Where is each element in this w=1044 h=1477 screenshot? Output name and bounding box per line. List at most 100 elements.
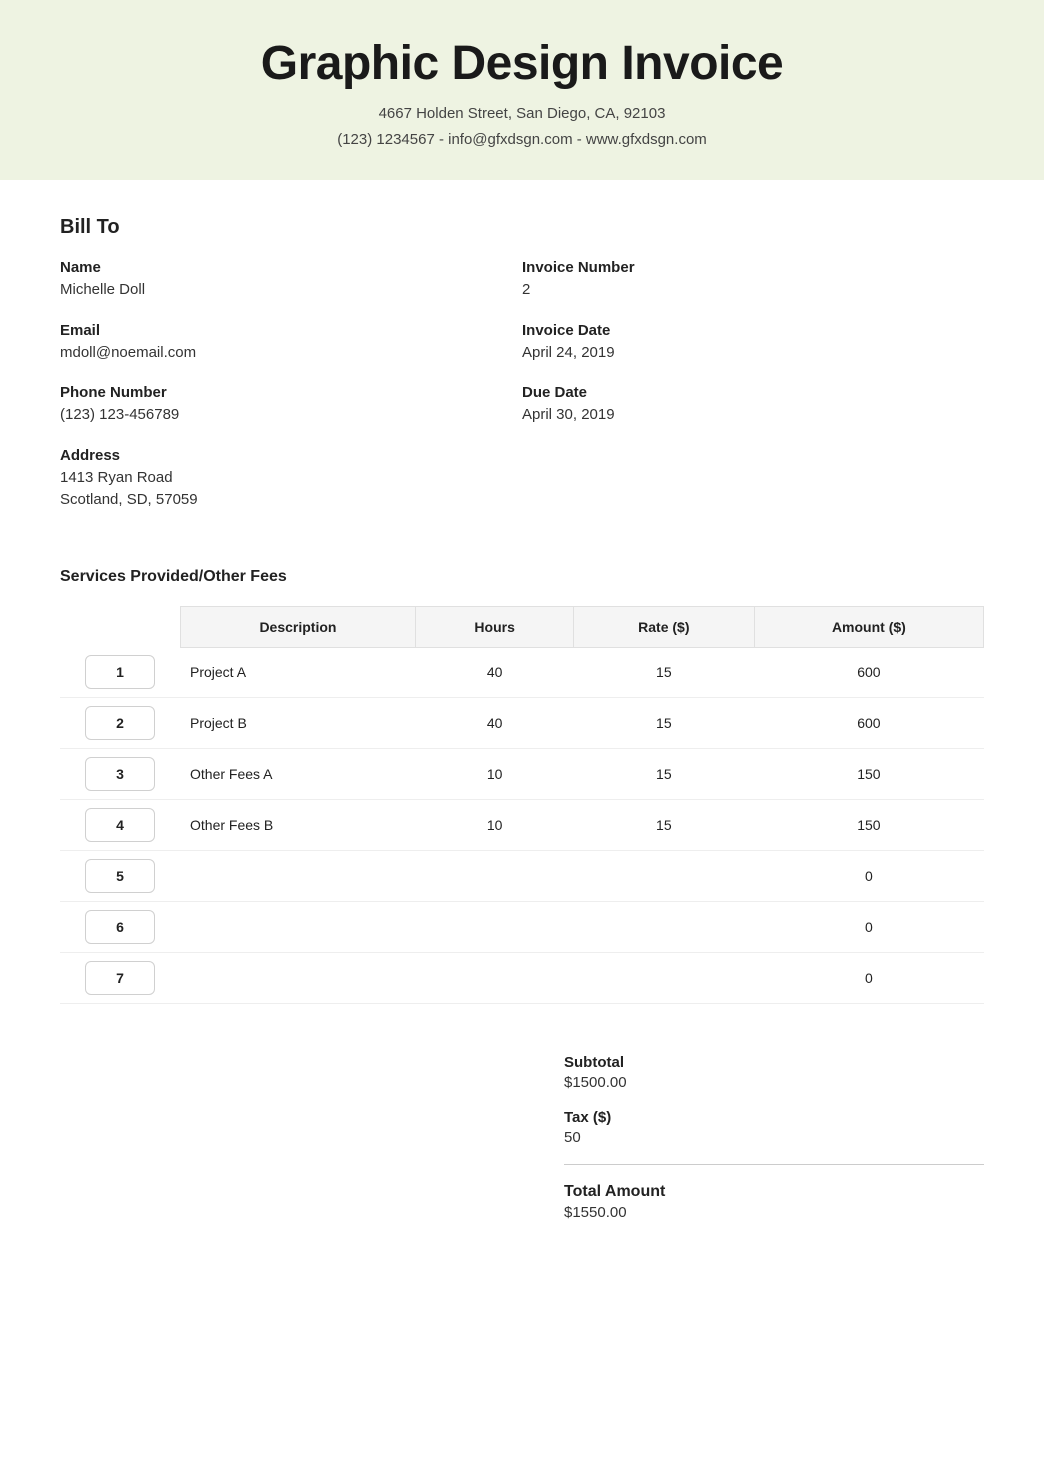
services-section: Services Provided/Other Fees Description… (60, 568, 984, 1005)
row-rate: 15 (573, 647, 754, 698)
name-value: Michelle Doll (60, 279, 522, 302)
subtotal-label: Subtotal (564, 1054, 984, 1071)
table-row: 2 Project B4015600 (60, 698, 984, 749)
row-num-cell: 3 (60, 749, 180, 800)
row-hours (416, 953, 574, 1004)
due-date-value: April 30, 2019 (522, 404, 984, 427)
row-description: Project B (180, 698, 416, 749)
table-row: 70 (60, 953, 984, 1004)
invoice-table: Description Hours Rate ($) Amount ($) 1P… (60, 606, 984, 1005)
row-amount: 150 (754, 800, 983, 851)
row-description: Other Fees B (180, 800, 416, 851)
row-amount: 600 (754, 698, 983, 749)
invoice-content: Bill To Name Michelle Doll Email mdoll@n… (0, 180, 1044, 1299)
row-description (180, 851, 416, 902)
invoice-header: Graphic Design Invoice 4667 Holden Stree… (0, 0, 1044, 180)
table-row: 3 Other Fees A1015150 (60, 749, 984, 800)
row-amount: 0 (754, 953, 983, 1004)
row-number: 3 (85, 757, 155, 791)
row-description (180, 902, 416, 953)
invoice-number-label: Invoice Number (522, 259, 984, 276)
bill-to-section: Bill To Name Michelle Doll Email mdoll@n… (60, 216, 984, 532)
col-num-header (60, 606, 180, 647)
row-hours: 10 (416, 749, 574, 800)
row-amount: 0 (754, 902, 983, 953)
subtotal-value: $1500.00 (564, 1074, 984, 1091)
total-amount-row: Total Amount $1550.00 (564, 1183, 984, 1221)
row-num-cell: 5 (60, 851, 180, 902)
phone-field: Phone Number (123) 123-456789 (60, 384, 522, 427)
row-hours (416, 851, 574, 902)
row-description: Project A (180, 647, 416, 698)
row-rate: 15 (573, 800, 754, 851)
services-title: Services Provided/Other Fees (60, 568, 984, 586)
billing-left: Name Michelle Doll Email mdoll@noemail.c… (60, 259, 522, 532)
row-description (180, 953, 416, 1004)
row-rate: 15 (573, 698, 754, 749)
totals-divider (564, 1164, 984, 1165)
totals-section: Subtotal $1500.00 Tax ($) 50 Total Amoun… (60, 1054, 984, 1239)
row-number: 1 (85, 655, 155, 689)
phone-label: Phone Number (60, 384, 522, 401)
billing-grid: Name Michelle Doll Email mdoll@noemail.c… (60, 259, 984, 532)
row-description: Other Fees A (180, 749, 416, 800)
invoice-date-label: Invoice Date (522, 322, 984, 339)
row-num-cell: 4 (60, 800, 180, 851)
table-row: 1 Project A4015600 (60, 647, 984, 698)
email-label: Email (60, 322, 522, 339)
row-rate: 15 (573, 749, 754, 800)
bill-to-title: Bill To (60, 216, 984, 239)
invoice-number-value: 2 (522, 279, 984, 302)
address-line2: (123) 1234567 - info@gfxdsgn.com - www.g… (20, 127, 1024, 153)
tax-label: Tax ($) (564, 1109, 984, 1126)
address-label: Address (60, 447, 522, 464)
company-address: 4667 Holden Street, San Diego, CA, 92103… (20, 101, 1024, 152)
totals-box: Subtotal $1500.00 Tax ($) 50 Total Amoun… (564, 1054, 984, 1239)
tax-value: 50 (564, 1129, 984, 1146)
row-rate (573, 902, 754, 953)
row-number: 6 (85, 910, 155, 944)
row-num-cell: 2 (60, 698, 180, 749)
row-number: 7 (85, 961, 155, 995)
due-date-label: Due Date (522, 384, 984, 401)
name-label: Name (60, 259, 522, 276)
due-date-field: Due Date April 30, 2019 (522, 384, 984, 427)
total-value: $1550.00 (564, 1204, 984, 1221)
table-header-row: Description Hours Rate ($) Amount ($) (60, 606, 984, 647)
total-label: Total Amount (564, 1183, 984, 1201)
subtotal-row: Subtotal $1500.00 (564, 1054, 984, 1091)
row-amount: 150 (754, 749, 983, 800)
invoice-date-value: April 24, 2019 (522, 342, 984, 365)
row-number: 4 (85, 808, 155, 842)
email-field: Email mdoll@noemail.com (60, 322, 522, 365)
row-hours (416, 902, 574, 953)
table-row: 50 (60, 851, 984, 902)
row-num-cell: 6 (60, 902, 180, 953)
invoice-date-field: Invoice Date April 24, 2019 (522, 322, 984, 365)
invoice-number-field: Invoice Number 2 (522, 259, 984, 302)
email-value: mdoll@noemail.com (60, 342, 522, 365)
phone-value: (123) 123-456789 (60, 404, 522, 427)
row-amount: 600 (754, 647, 983, 698)
tax-row: Tax ($) 50 (564, 1109, 984, 1146)
row-num-cell: 1 (60, 647, 180, 698)
row-num-cell: 7 (60, 953, 180, 1004)
row-rate (573, 953, 754, 1004)
row-hours: 40 (416, 647, 574, 698)
address-value: 1413 Ryan Road Scotland, SD, 57059 (60, 467, 522, 512)
row-rate (573, 851, 754, 902)
row-number: 5 (85, 859, 155, 893)
row-amount: 0 (754, 851, 983, 902)
row-hours: 10 (416, 800, 574, 851)
table-row: 60 (60, 902, 984, 953)
address-field: Address 1413 Ryan Road Scotland, SD, 570… (60, 447, 522, 512)
col-rate-header: Rate ($) (573, 606, 754, 647)
invoice-title: Graphic Design Invoice (20, 36, 1024, 91)
col-hours-header: Hours (416, 606, 574, 647)
table-row: 4 Other Fees B1015150 (60, 800, 984, 851)
row-hours: 40 (416, 698, 574, 749)
row-number: 2 (85, 706, 155, 740)
billing-right: Invoice Number 2 Invoice Date April 24, … (522, 259, 984, 532)
col-amount-header: Amount ($) (754, 606, 983, 647)
name-field: Name Michelle Doll (60, 259, 522, 302)
